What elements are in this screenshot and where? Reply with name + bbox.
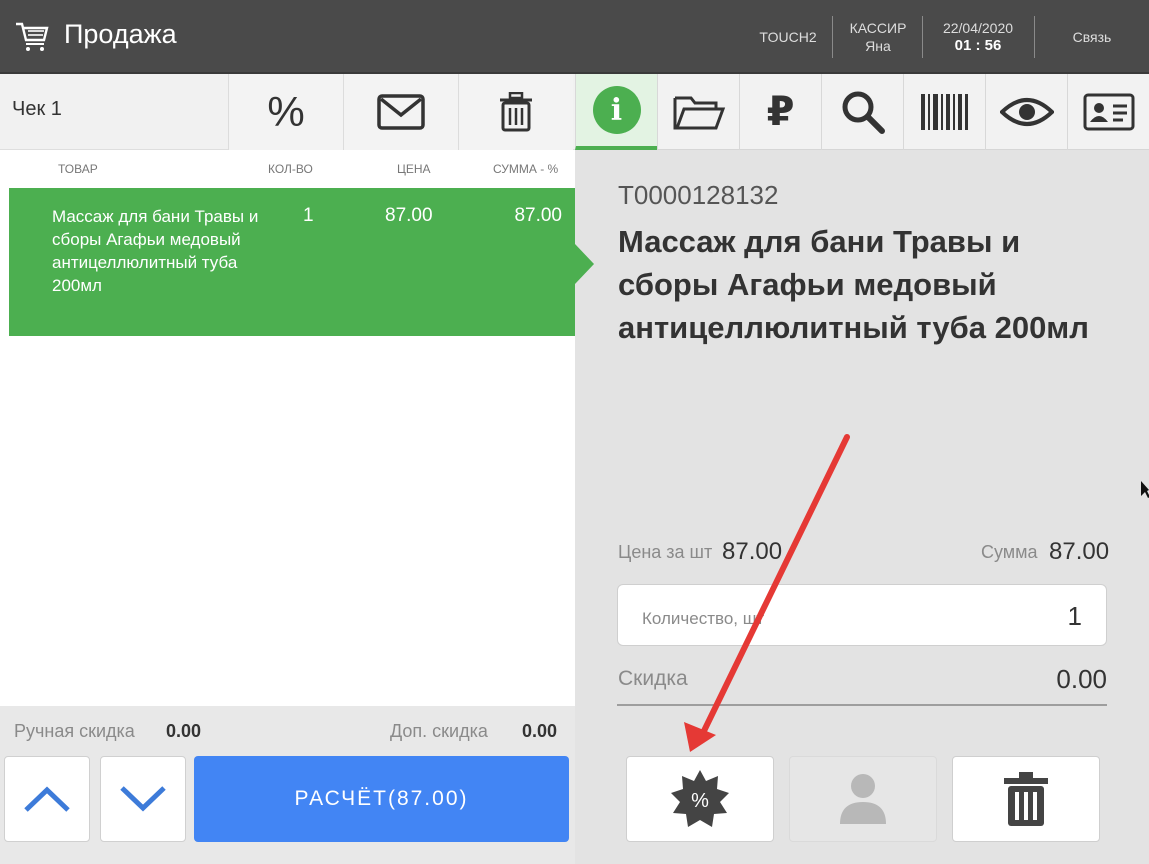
cashier-name: Яна (865, 38, 891, 54)
connection-label: Связь (1072, 29, 1112, 45)
time-label: 01 : 56 (954, 37, 1002, 54)
header-divider (832, 16, 833, 58)
id-card-icon (1083, 93, 1134, 131)
ruble-icon: ₽ (766, 90, 795, 134)
scroll-down-button[interactable] (100, 756, 186, 842)
row-item-sum: 87.00 (514, 205, 562, 226)
tab-customer-card[interactable] (1067, 74, 1149, 150)
column-header: КОЛ-ВО (268, 162, 313, 176)
manual-discount-label: Ручная скидка (14, 721, 135, 741)
pay-button[interactable]: РАСЧЁТ(87.00) (194, 756, 569, 842)
folder-icon (673, 96, 725, 130)
tab-search[interactable] (821, 74, 903, 150)
delete-item-button[interactable] (952, 756, 1100, 842)
tab-barcode[interactable] (903, 74, 985, 150)
user-icon (840, 774, 886, 824)
extra-discount-label: Доп. скидка (390, 721, 488, 741)
tab-price[interactable]: ₽ (739, 74, 821, 150)
product-code: T0000128132 (618, 180, 779, 210)
trash-icon (500, 92, 532, 132)
product-name: Массаж для бани Травы и сборы Агафьи мед… (618, 224, 1089, 345)
trash-icon (1004, 772, 1048, 826)
product-panel: i ₽ T0000128132 Массаж для бани Травы и … (575, 74, 1149, 864)
sum-value: 87.00 (1049, 538, 1110, 565)
discount-value: 0.00 (1056, 664, 1107, 694)
send-email-button[interactable] (343, 74, 458, 150)
row-item-name: Массаж для бани Травы и сборы Агафьи мед… (52, 207, 259, 295)
search-icon (842, 91, 885, 134)
unit-price-value: 87.00 (722, 538, 783, 565)
chevron-down-icon (120, 786, 166, 812)
info-icon: i (592, 86, 641, 134)
receipt-panel: Чек 1 % ТОВАР КОЛ-ВО ЦЕНА СУММА - % Масс… (0, 74, 575, 864)
terminal-name: TOUCH2 (752, 0, 824, 74)
quantity-value: 1 (1067, 601, 1082, 631)
discount-underline (617, 704, 1107, 706)
column-header: СУММА - % (493, 162, 559, 176)
chevron-up-icon (24, 786, 70, 812)
header-divider (922, 16, 923, 58)
item-discount-button[interactable]: % (626, 756, 774, 842)
cashier-info: КАССИР Яна (840, 0, 916, 74)
mail-icon (377, 94, 425, 130)
unit-price-label: Цена за шт (618, 542, 713, 562)
cashier-label: КАССИР (849, 20, 907, 36)
extra-discount-value: 0.00 (522, 721, 558, 741)
tab-catalog[interactable] (657, 74, 739, 150)
eye-icon (999, 98, 1054, 126)
percent-icon: % (267, 88, 305, 135)
cart-icon (16, 22, 49, 51)
discount-badge-icon: % (671, 770, 729, 827)
mouse-cursor-icon (1141, 481, 1149, 498)
barcode-icon (920, 94, 968, 130)
receipt-row[interactable]: Массаж для бани Травы и сборы Агафьи мед… (9, 188, 575, 336)
top-header: Продажа TOUCH2 КАССИР Яна 22/04/2020 01 … (0, 0, 1149, 74)
product-toolbar: i ₽ (575, 74, 1149, 150)
discount-badge-glyph: % (691, 790, 709, 812)
delete-check-button[interactable] (458, 74, 573, 150)
connection-link[interactable]: Связь (1046, 0, 1138, 74)
row-item-qty: 1 (303, 205, 314, 226)
scroll-up-button[interactable] (4, 756, 90, 842)
column-header: ЦЕНА (397, 162, 431, 176)
discount-label: Скидка (618, 667, 688, 690)
quantity-field[interactable]: Количество, шт 1 (617, 584, 1107, 646)
terminal-label: TOUCH2 (759, 29, 817, 45)
page-title: Продажа (64, 19, 177, 49)
header-divider (1034, 16, 1035, 58)
discount-button[interactable]: % (228, 74, 343, 150)
pay-button-label: РАСЧЁТ(87.00) (294, 787, 469, 810)
row-item-price: 87.00 (385, 205, 433, 226)
manual-discount-value: 0.00 (166, 721, 202, 741)
tab-info[interactable]: i (575, 74, 657, 150)
pos-app: Продажа TOUCH2 КАССИР Яна 22/04/2020 01 … (0, 0, 1149, 864)
assign-customer-button[interactable] (789, 756, 937, 842)
column-header: ТОВАР (58, 162, 98, 176)
receipt-footer: Ручная скидка 0.00 Доп. скидка 0.00 РАСЧ… (0, 706, 575, 864)
selected-row-pointer (575, 244, 594, 284)
receipt-toolbar: Чек 1 % (0, 74, 575, 150)
sum-label: Сумма (981, 542, 1038, 562)
receipt-column-headers: ТОВАР КОЛ-ВО ЦЕНА СУММА - % (0, 150, 575, 188)
date-label: 22/04/2020 (942, 20, 1014, 36)
check-title[interactable]: Чек 1 (12, 98, 62, 121)
date-time: 22/04/2020 01 : 56 (928, 0, 1028, 74)
tab-preview[interactable] (985, 74, 1067, 150)
quantity-placeholder: Количество, шт (642, 609, 765, 628)
